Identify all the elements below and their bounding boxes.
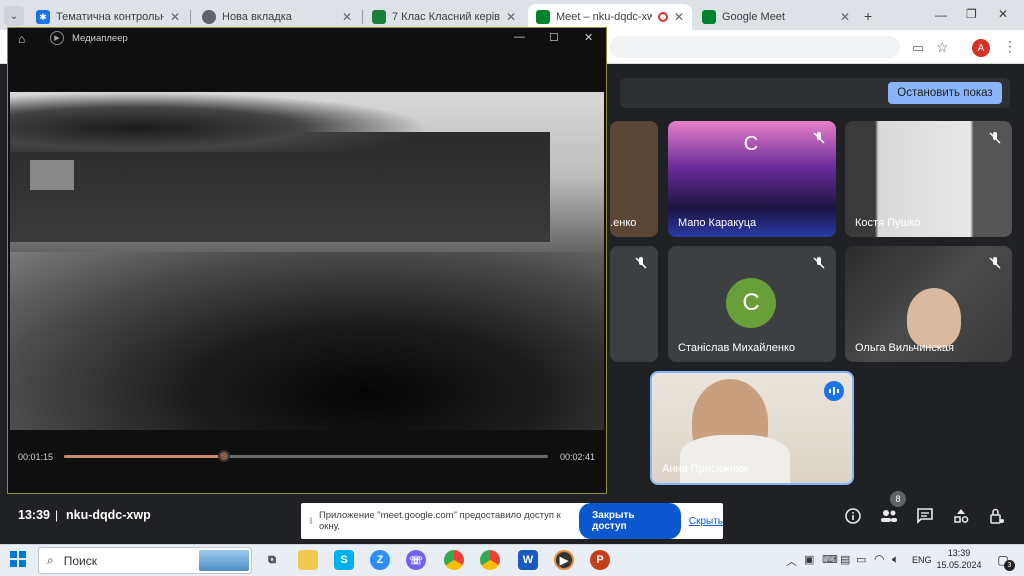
tab-google-meet[interactable]: Google Meet ✕ [694, 4, 858, 30]
notification-count-badge: 3 [1004, 560, 1015, 571]
close-icon[interactable]: ✕ [342, 10, 352, 24]
classroom-icon [372, 10, 386, 24]
clock-date: 15.05.2024 [936, 560, 982, 570]
participant-tile[interactable]: C Станіслав Михайленко [668, 246, 836, 362]
media-player-icon[interactable]: ▶ [554, 550, 574, 570]
close-icon[interactable]: ✕ [506, 10, 516, 24]
chrome-icon[interactable] [444, 550, 464, 570]
close-icon[interactable]: ✕ [674, 10, 684, 24]
bookmark-star-icon[interactable]: ☆ [936, 39, 949, 56]
host-controls-icon[interactable] [987, 506, 1007, 526]
participant-face [907, 288, 961, 348]
search-highlight-image [199, 550, 249, 571]
clock-time: 13:39 [947, 548, 971, 558]
mic-off-icon [812, 131, 826, 145]
zoom-icon[interactable]: Z [370, 550, 390, 570]
profile-avatar[interactable]: A [972, 39, 990, 57]
new-tab-button[interactable]: + [864, 8, 872, 24]
file-explorer-icon[interactable] [298, 550, 318, 570]
hide-link[interactable]: Скрыть [689, 516, 723, 527]
speaking-indicator-icon [824, 381, 844, 401]
search-label: Поиск [63, 553, 97, 568]
meeting-time: 13:39 [18, 508, 50, 522]
wifi-icon[interactable]: ◠ [874, 552, 884, 566]
tray-chevron-icon[interactable]: ︿ [786, 553, 797, 569]
notification-message: Приложение "meet.google.com" предоставил… [318, 510, 561, 532]
camera-icon[interactable]: ▭ [912, 40, 924, 56]
taskbar-clock[interactable]: 13:39 15.05.2024 [934, 547, 984, 571]
people-count-badge: 8 [890, 491, 906, 507]
skype-icon[interactable]: S [334, 550, 354, 570]
word-icon[interactable]: W [518, 550, 538, 570]
close-icon[interactable]: ✕ [170, 10, 180, 24]
search-icon: ⌕ [47, 553, 54, 567]
meet-icon [702, 10, 716, 24]
player-title: Медиаплеер [72, 33, 128, 44]
seek-thumb[interactable] [217, 450, 230, 462]
total-time: 00:02:41 [560, 452, 596, 462]
start-button[interactable] [10, 551, 26, 572]
keyboard-icon[interactable]: ⌨ [822, 553, 838, 566]
minimize-button[interactable]: — [935, 8, 947, 22]
activities-icon[interactable] [951, 506, 971, 526]
recording-icon [657, 12, 668, 22]
home-icon[interactable]: ⌂ [18, 32, 25, 46]
chrome-profile-icon[interactable] [480, 550, 500, 570]
close-window-button[interactable]: ✕ [998, 7, 1008, 21]
tray-app-icon[interactable]: ▣ [804, 553, 814, 566]
battery-icon[interactable]: ▭ [856, 553, 866, 566]
sharing-notification-bar: ‖ Приложение "meet.google.com" предостав… [301, 503, 723, 539]
volume-icon[interactable]: 🔈︎ [892, 552, 899, 567]
avatar: C [743, 132, 759, 155]
address-bar[interactable] [610, 36, 900, 58]
seek-bar-progress [64, 455, 224, 458]
stop-sharing-button[interactable]: Остановить показ [888, 82, 1002, 104]
tab-search-icon[interactable]: ⌄ [4, 6, 24, 26]
restore-button[interactable]: ❐ [966, 7, 977, 21]
mic-off-icon [812, 256, 826, 270]
avatar: C [726, 278, 776, 328]
crowd-on-platform [10, 252, 604, 430]
drag-handle-icon[interactable]: ‖ [309, 516, 313, 527]
stop-access-button[interactable]: Закрыть доступ [579, 503, 681, 539]
meet-icon [536, 10, 550, 24]
chrome-icon [202, 10, 216, 24]
info-icon[interactable] [843, 506, 863, 526]
participant-tile[interactable] [610, 246, 658, 362]
chat-icon[interactable] [915, 506, 935, 526]
people-icon[interactable] [879, 506, 899, 526]
participant-tile[interactable]: C Мапо Каракуца [668, 121, 836, 237]
minimize-button[interactable]: — [514, 31, 525, 43]
viber-icon[interactable]: ☏ [406, 550, 426, 570]
language-indicator[interactable]: ENG [912, 555, 932, 565]
mic-off-icon [988, 131, 1002, 145]
taskbar-search[interactable]: ⌕ Поиск [38, 547, 252, 574]
powerpoint-icon[interactable]: P [590, 550, 610, 570]
image-icon[interactable]: ▤ [840, 553, 850, 566]
mic-off-icon [634, 256, 648, 270]
participant-tile-speaking[interactable]: Анна Присяжнюк [650, 371, 854, 485]
tab-divider [190, 10, 191, 24]
video-frame[interactable] [10, 92, 604, 430]
task-view-icon[interactable]: ⧉ [262, 550, 282, 570]
crowd-on-roof [10, 92, 430, 152]
close-icon[interactable]: ✕ [840, 10, 850, 24]
media-player-logo-icon: ▶ [50, 31, 64, 45]
participant-tile[interactable]: Ольга Вильчинская [845, 246, 1012, 362]
participant-tile[interactable]: ...енко [610, 121, 658, 237]
snowflake-icon: ✱ [36, 10, 50, 24]
participant-tile[interactable]: Костя Пушко [845, 121, 1012, 237]
close-button[interactable]: ✕ [584, 31, 593, 44]
tab-divider [362, 10, 363, 24]
more-menu-icon[interactable]: ⋮ [1003, 38, 1017, 55]
separator: | [55, 508, 59, 522]
mic-off-icon [988, 256, 1002, 270]
wagon-sign [30, 160, 74, 190]
meeting-code: nku-dqdc-xwp [66, 508, 151, 522]
participant-clothing [680, 435, 790, 483]
current-time: 00:01:15 [18, 452, 54, 462]
maximize-button[interactable]: ☐ [549, 31, 559, 44]
